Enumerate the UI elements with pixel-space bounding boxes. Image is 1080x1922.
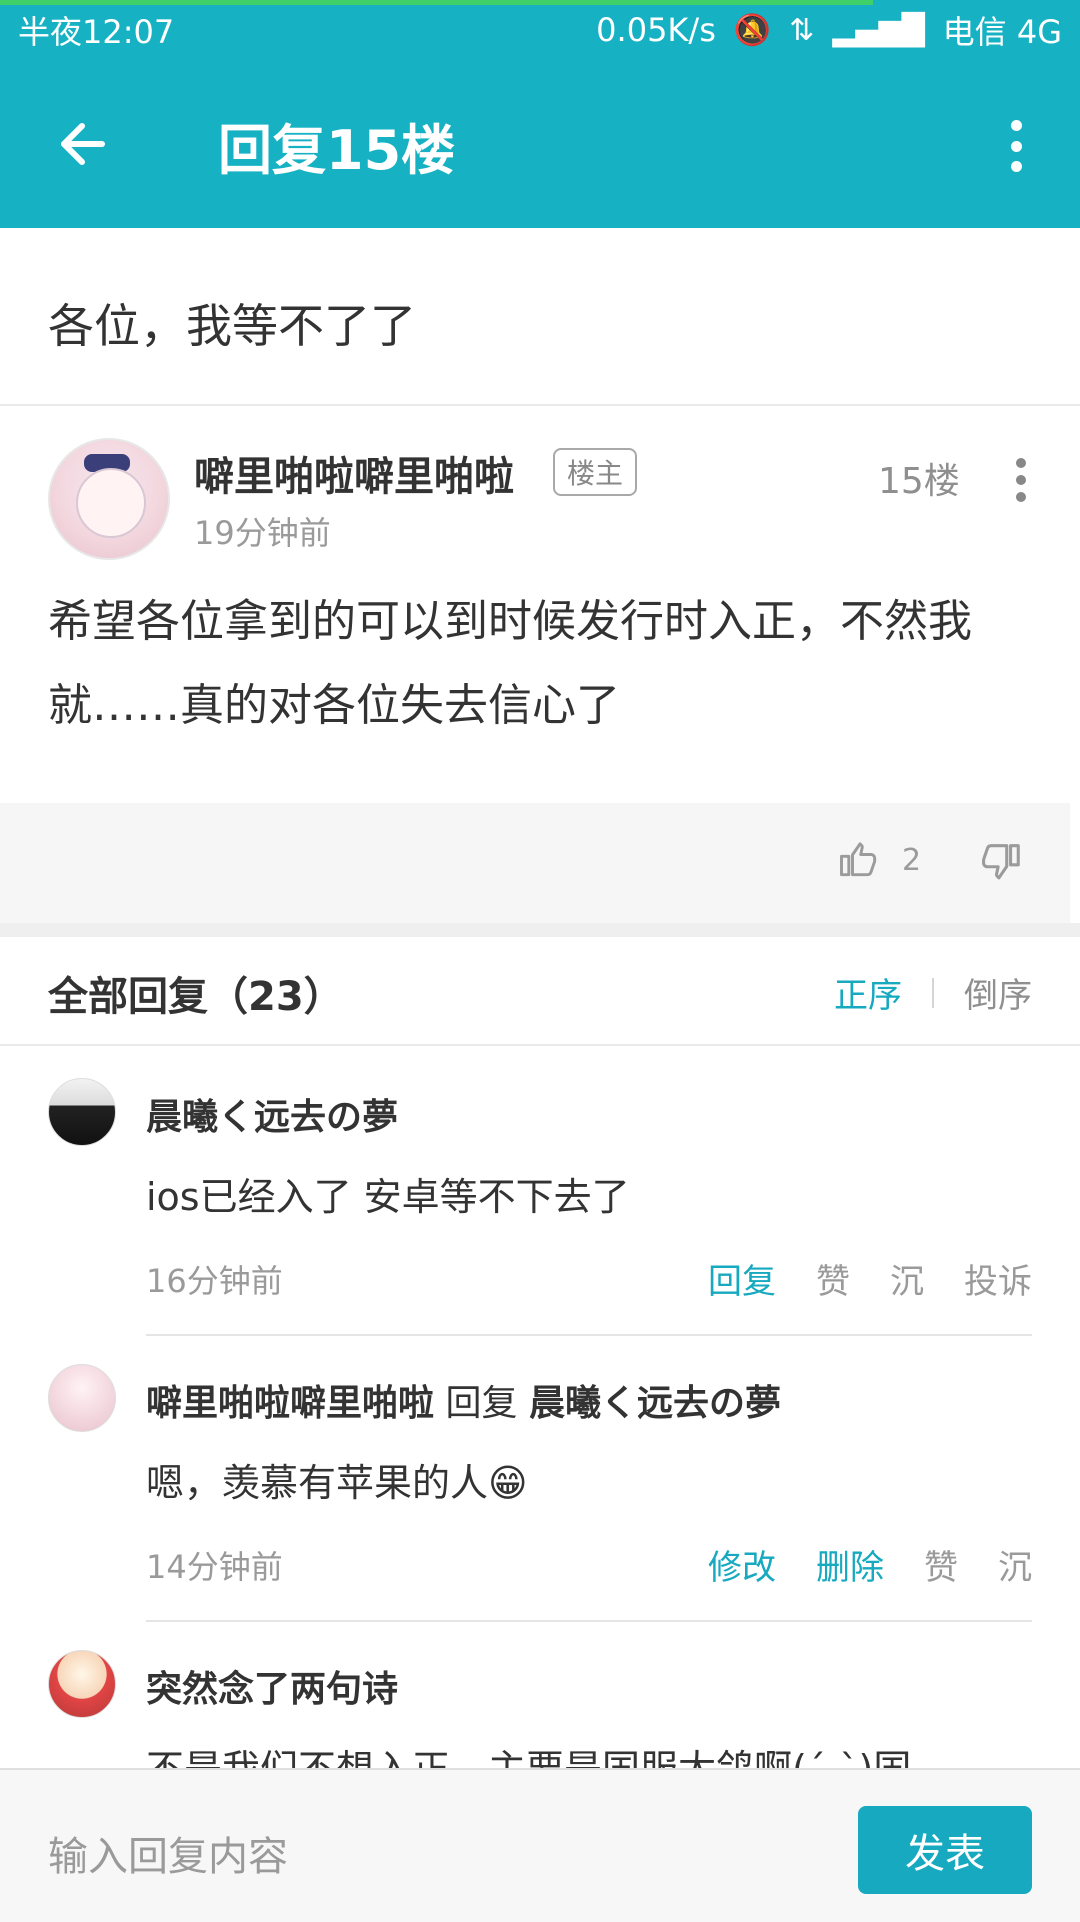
reply-button[interactable]: 回复 (708, 1254, 776, 1303)
sink-button[interactable]: 沉 (998, 1540, 1032, 1589)
back-arrow-icon[interactable] (48, 114, 116, 182)
post-author-name[interactable]: 噼里啪啦噼里啪啦 (194, 444, 514, 502)
reply-author-name[interactable]: 晨曦く远去の夢 (146, 1097, 398, 1138)
page-progress-bar (0, 0, 873, 5)
more-options-icon[interactable] (1006, 120, 1026, 172)
status-right: 0.05K/s 🔕 ⇅ ▂▄▆█ 电信 4G (596, 7, 1062, 53)
reply-target-name[interactable]: 晨曦く远去の夢 (529, 1383, 781, 1424)
sort-divider (932, 977, 934, 1008)
sort-descending[interactable]: 倒序 (964, 968, 1032, 1017)
thumb-down-icon[interactable] (978, 838, 1024, 884)
reply-author: 噼里啪啦噼里啪啦 回复 晨曦く远去の夢 (146, 1374, 781, 1426)
post-time: 19分钟前 (194, 514, 331, 552)
net-speed: 0.05K/s (596, 11, 716, 49)
sink-button[interactable]: 沉 (890, 1254, 924, 1303)
reply-actions: 修改 删除 赞 沉 (708, 1540, 1032, 1589)
send-button[interactable]: 发表 (858, 1806, 1032, 1894)
status-time: 半夜12:07 (18, 13, 175, 51)
post-author-avatar[interactable] (48, 438, 170, 560)
divider (0, 1044, 1080, 1046)
reply-text: 嗯，羡慕有苹果的人😁 (146, 1461, 528, 1505)
divider (0, 404, 1080, 406)
like-text-button[interactable]: 赞 (924, 1540, 958, 1589)
reply-input[interactable]: 输入回复内容 (48, 1824, 288, 1882)
like-button[interactable]: 2 (836, 838, 921, 882)
reply-avatar[interactable] (48, 1078, 116, 1146)
page-title: 回复15楼 (218, 119, 456, 182)
delete-button[interactable]: 删除 (816, 1540, 884, 1589)
reply-divider (146, 1620, 1032, 1622)
mute-bell-icon: 🔕 (733, 12, 772, 48)
data-transfer-icon: ⇅ (789, 12, 815, 48)
reply-composer: 输入回复内容 发表 (0, 1768, 1080, 1922)
reply-time: 16分钟前 (146, 1262, 283, 1300)
replies-header: 全部回复（23） (48, 974, 344, 1020)
sort-ascending[interactable]: 正序 (834, 968, 902, 1017)
reply-avatar[interactable] (48, 1364, 116, 1432)
status-bar: 半夜12:07 0.05K/s 🔕 ⇅ ▂▄▆█ 电信 4G (0, 0, 1080, 60)
sort-toggle: 正序 倒序 (834, 968, 1032, 1017)
post-more-icon[interactable] (1012, 458, 1030, 502)
edit-button[interactable]: 修改 (708, 1540, 776, 1589)
reply-avatar[interactable] (48, 1650, 116, 1718)
like-text-button[interactable]: 赞 (816, 1254, 850, 1303)
reply-text: ios已经入了 安卓等不下去了 (146, 1175, 630, 1219)
thumb-up-icon (840, 842, 877, 877)
post-floor: 15楼 (878, 461, 960, 502)
signal-icon: ▂▄▆█ (832, 12, 925, 48)
reply-actions: 回复 赞 沉 投诉 (708, 1254, 1032, 1303)
reply-author: 晨曦く远去の夢 (146, 1088, 398, 1140)
post-content: 希望各位拿到的可以到时候发行时入正，不然我就……真的对各位失去信心了 (48, 596, 972, 731)
thread-title: 各位，我等不了了 (48, 299, 416, 353)
reply-time: 14分钟前 (146, 1548, 283, 1586)
carrier: 电信 4G (942, 13, 1062, 51)
avatar-face-icon (76, 468, 146, 538)
reply-label: 回复 (445, 1383, 518, 1424)
reply-author: 突然念了两句诗 (146, 1660, 398, 1712)
report-button[interactable]: 投诉 (964, 1254, 1032, 1303)
section-gap (0, 923, 1080, 937)
reply-author-name[interactable]: 噼里啪啦噼里啪啦 (146, 1383, 434, 1424)
reply-author-name[interactable]: 突然念了两句诗 (146, 1669, 398, 1710)
app-bar: 回复15楼 (0, 60, 1080, 228)
like-count: 2 (902, 842, 922, 878)
reply-divider (146, 1334, 1032, 1336)
thread-owner-badge: 楼主 (553, 448, 638, 496)
